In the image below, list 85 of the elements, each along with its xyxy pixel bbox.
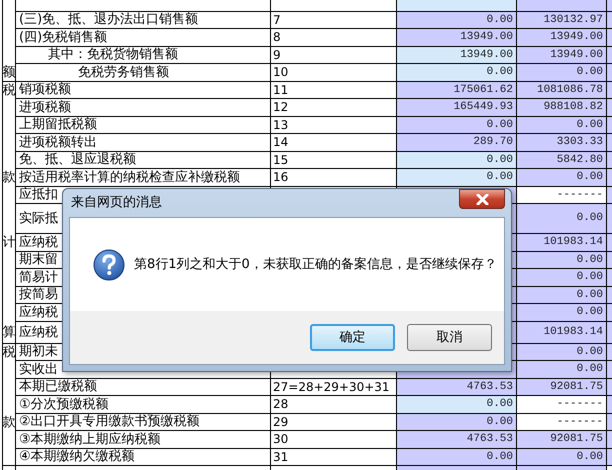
table-cell: ③本期缴纳上期应纳税额 — [16, 431, 271, 448]
table-cell: 0.00 — [397, 396, 517, 414]
table-cell: 13949.00 — [517, 46, 607, 64]
table-cell: 92081.75 — [517, 378, 607, 396]
table-cell: 0.00 — [517, 304, 607, 322]
table-cell — [2, 448, 16, 466]
table-cell: 本期已缴税额 — [16, 378, 271, 396]
question-icon — [93, 248, 125, 280]
table-cell: 92081.75 — [517, 431, 607, 448]
table-cell: 0.00 — [397, 116, 517, 134]
table-cell: 0.00 — [517, 64, 607, 82]
table-cell — [2, 286, 16, 304]
table-cell: 0.00 — [517, 269, 607, 286]
table-cell: 税 — [2, 82, 16, 99]
table-cell: 988108.82 — [517, 99, 607, 116]
table-cell: 额 — [2, 64, 16, 82]
table-cell: 0.00 — [397, 12, 517, 29]
table-cell: 0.00 — [517, 286, 607, 304]
table-cell: 0.00 — [397, 152, 517, 169]
table-cell: ④本期缴纳欠缴税额 — [16, 448, 271, 466]
table-cell: 0.00 — [517, 344, 607, 361]
table-cell: 0.00 — [397, 169, 517, 186]
table-cell: 5842.80 — [517, 152, 607, 169]
table-cell — [2, 304, 16, 322]
table-cell — [2, 46, 16, 64]
table-cell — [2, 269, 16, 286]
table-cell: 其中：免税货物销售额 — [16, 46, 271, 64]
table-cell: 101983.14 — [517, 234, 607, 252]
table-cell — [2, 134, 16, 152]
table-cell: 13949.00 — [397, 46, 517, 64]
table-cell — [2, 99, 16, 116]
close-button[interactable] — [459, 189, 505, 209]
table-cell: 免、抵、退应退税额 — [16, 152, 271, 169]
table-cell — [2, 396, 16, 414]
table-cell: ------- — [517, 186, 607, 204]
table-cell: 按适用税率计算的纳税检查应补缴税额 — [16, 169, 271, 186]
table-cell: ------- — [517, 414, 607, 431]
table-cell: 0.00 — [517, 204, 607, 234]
table-cell: 款 — [2, 414, 16, 431]
table-cell: ①分次预缴税额 — [16, 396, 271, 414]
table-cell: ------- — [517, 396, 607, 414]
table-cell: 0.00 — [397, 448, 517, 466]
table-cell: 0.00 — [517, 448, 607, 466]
table-cell: 进项税额转出 — [16, 134, 271, 152]
table-cell: (三)免、抵、退办法出口销售额 — [16, 12, 271, 29]
table-cell: 0.00 — [517, 361, 607, 378]
table-cell: 销项税额 — [16, 82, 271, 99]
table-cell — [2, 204, 16, 234]
table-cell: 计 — [2, 234, 16, 252]
table-cell — [2, 431, 16, 448]
table-cell: 算 — [2, 322, 16, 344]
table-cell: 0.00 — [397, 414, 517, 431]
table-cell: 0.00 — [517, 169, 607, 186]
table-cell: 289.70 — [397, 134, 517, 152]
table-cell: 13949.00 — [517, 29, 607, 46]
table-cell: 3303.33 — [517, 134, 607, 152]
table-cell — [2, 152, 16, 169]
table-cell: 4763.53 — [397, 431, 517, 448]
table-cell — [2, 116, 16, 134]
table-cell: (四)免税销售额 — [16, 29, 271, 46]
table-cell: 4763.53 — [397, 378, 517, 396]
table-cell: 101983.14 — [517, 322, 607, 344]
table-cell: 上期留抵税额 — [16, 116, 271, 134]
table-cell: ②出口开具专用缴款书预缴税额 — [16, 414, 271, 431]
dialog-button[interactable]: 取消 — [407, 324, 492, 351]
table-cell: 款 — [2, 169, 16, 186]
table-cell: 130132.97 — [517, 12, 607, 29]
table-cell: 免税劳务销售额 — [16, 64, 271, 82]
dialog-button[interactable]: 确定 — [310, 324, 395, 351]
table-cell: 175061.62 — [397, 82, 517, 99]
table-cell — [2, 361, 16, 378]
table-cell: 1081086.78 — [517, 82, 607, 99]
table-cell: 165449.93 — [397, 99, 517, 116]
table-cell: 13949.00 — [397, 29, 517, 46]
table-cell: 0.00 — [517, 116, 607, 134]
table-cell — [2, 12, 16, 29]
table-cell — [2, 252, 16, 269]
table-cell — [2, 29, 16, 46]
table-cell — [2, 378, 16, 396]
close-icon — [476, 194, 488, 204]
table-cell: 税 — [2, 344, 16, 361]
table-cell: 0.00 — [517, 252, 607, 269]
table-cell: 0.00 — [397, 64, 517, 82]
table-cell — [2, 186, 16, 204]
table-cell: 进项税额 — [16, 99, 271, 116]
